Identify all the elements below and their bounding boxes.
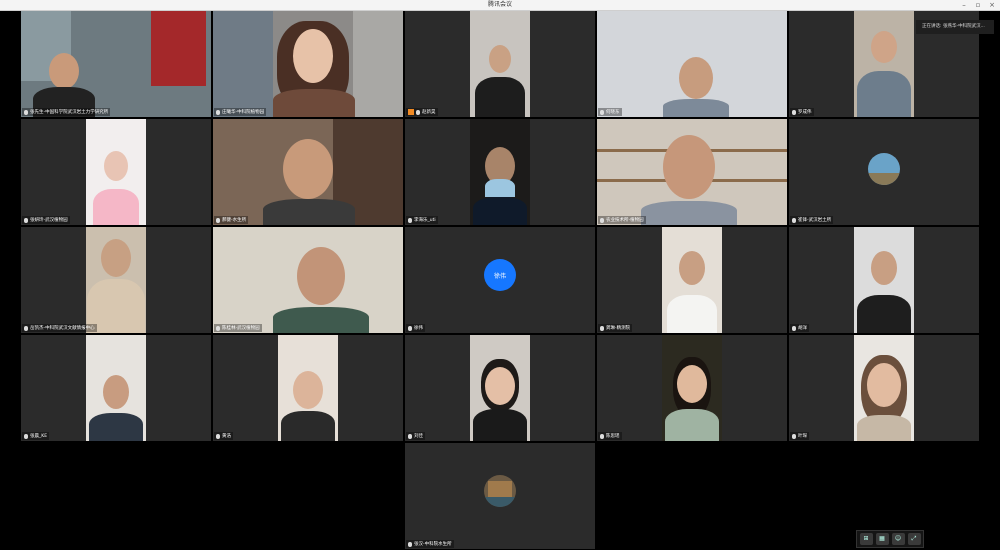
mic-icon [24,325,28,331]
mic-icon [24,433,28,439]
participant-tile[interactable]: 陈桂林-武汉植物园 [213,227,403,333]
participant-name: 岳凯杰-中科院武汉文献情报中心 [22,324,97,332]
mic-icon [600,433,604,439]
participant-name: 张汉-中科院水生所 [406,540,454,548]
mic-icon [600,217,604,223]
meeting-toolbar: ⊞ ▦ ☺ ⤢ [856,530,924,548]
participant-tile[interactable]: 赵新昊 [405,11,595,117]
participant-name: 龚琳-精测院 [598,324,633,332]
participant-name: 张妍玲-武汉植物园 [22,216,70,224]
mic-icon [792,217,796,223]
participant-grid: 张先生-中国科学院武汉岩土力学研究所 庄曦华-中科院植物园 赵新昊 何晓东 罗成… [21,11,979,441]
maximize-icon[interactable]: ▫ [972,0,984,10]
participant-name: 黄浩 [214,432,233,440]
mic-icon [216,325,220,331]
reaction-icon[interactable]: ☺ [891,533,905,545]
close-icon[interactable]: × [986,0,998,10]
mic-icon [216,217,220,223]
mic-icon [408,433,412,439]
participant-name: 罗成伟 [790,108,814,116]
profile-avatar [484,475,516,507]
mic-icon [216,433,220,439]
participant-tile[interactable]: 郝健-水生所 [213,119,403,225]
participant-tile[interactable]: 陈思瑶 [597,335,787,441]
mic-icon [216,109,220,115]
participant-tile[interactable]: 李海乐_uti [405,119,595,225]
participant-name: 陈思瑶 [598,432,622,440]
mic-icon [792,325,796,331]
profile-avatar [868,153,900,185]
participant-tile[interactable]: 张先生-中国科学院武汉岩土力学研究所 [21,11,211,117]
mic-icon [24,109,28,115]
mic-icon [600,325,604,331]
participant-name: 何晓东 [598,108,622,116]
mic-icon [792,433,796,439]
layout-icon[interactable]: ▦ [875,533,889,545]
participant-tile[interactable]: 崔锋-武汉岩土所 [789,119,979,225]
participant-name: 徐伟 [406,324,425,332]
participant-tile[interactable]: 刘佳 [405,335,595,441]
participant-tile[interactable]: 龚琳-精测院 [597,227,787,333]
window-titlebar: 腾讯会议 – ▫ × [0,0,1000,11]
participant-tile[interactable]: 张晨_KE [21,335,211,441]
participant-name: 刘佳 [406,432,425,440]
participant-name: 胡洋 [790,324,809,332]
participant-name: 李海乐_uti [406,216,438,224]
mic-icon [600,109,604,115]
participant-tile[interactable]: 张汉-中科院水生所 [405,443,595,549]
mic-icon [408,541,412,547]
host-badge-icon [408,109,414,115]
participant-name: 农业技术所-植物园 [598,216,646,224]
participant-tile[interactable]: 徐伟 徐伟 [405,227,595,333]
participant-tile[interactable]: 何晓东 [597,11,787,117]
participant-tile[interactable]: 黄浩 [213,335,403,441]
participant-name: 张晨_KE [22,432,50,440]
speaking-indicator: 正在讲话: 张燕华-中科院武汉... [916,20,994,34]
grid-view-icon[interactable]: ⊞ [859,533,873,545]
mic-icon [792,109,796,115]
participant-tile[interactable]: 农业技术所-植物园 [597,119,787,225]
participant-tile[interactable]: 庄曦华-中科院植物园 [213,11,403,117]
mic-icon [408,217,412,223]
participant-tile[interactable]: 胡洋 [789,227,979,333]
minimize-icon[interactable]: – [958,0,970,10]
initials-avatar: 徐伟 [484,259,516,291]
participant-tile[interactable]: 叶琛 [789,335,979,441]
mic-icon [24,217,28,223]
wallpaper-decoration [223,277,283,317]
participant-name: 崔锋-武汉岩土所 [790,216,834,224]
window-title: 腾讯会议 [487,1,512,8]
mic-icon [416,109,420,115]
participant-tile[interactable]: 岳凯杰-中科院武汉文献情报中心 [21,227,211,333]
participant-tile[interactable]: 张妍玲-武汉植物园 [21,119,211,225]
participant-name: 庄曦华-中科院植物园 [214,108,267,116]
participant-name: 郝健-水生所 [214,216,249,224]
mic-icon [408,325,412,331]
participant-name: 陈桂林-武汉植物园 [214,324,262,332]
fullscreen-icon[interactable]: ⤢ [907,533,921,545]
participant-name: 赵新昊 [406,108,438,116]
participant-name: 张先生-中国科学院武汉岩土力学研究所 [22,108,111,116]
participant-name: 叶琛 [790,432,809,440]
